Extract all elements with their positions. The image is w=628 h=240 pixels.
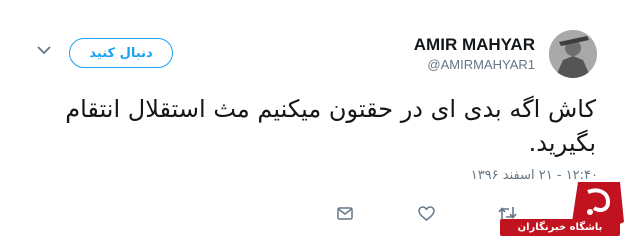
watermark-label: باشگاه خبرنگاران xyxy=(500,219,620,236)
follow-button[interactable]: دنبال کنید xyxy=(69,38,173,68)
avatar[interactable] xyxy=(549,30,597,78)
user-handle[interactable]: @AMIRMAHYAR1 xyxy=(427,57,535,72)
like-icon[interactable] xyxy=(416,203,436,223)
user-display-name[interactable]: AMIR MAHYAR xyxy=(414,35,535,55)
tweet-text: کاش اگه بدی ای در حقتون میکنیم مث استقلا… xyxy=(65,95,596,157)
message-icon[interactable] xyxy=(335,203,355,223)
chevron-down-icon[interactable] xyxy=(33,41,55,59)
